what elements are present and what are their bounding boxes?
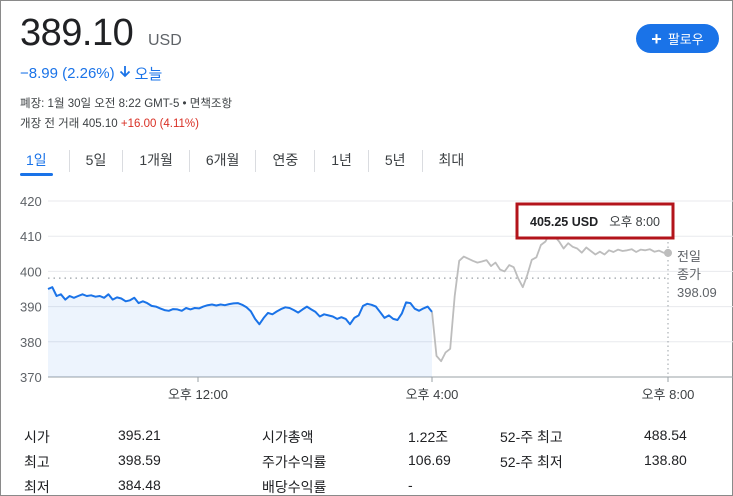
- y-tick-label: 390: [20, 300, 42, 315]
- y-tick-label: 370: [20, 370, 42, 385]
- tab-1y[interactable]: 1년: [315, 150, 368, 172]
- tab-5y[interactable]: 5년: [369, 150, 422, 172]
- tab-ytd[interactable]: 연중: [256, 150, 314, 172]
- currency-label: USD: [148, 32, 182, 49]
- current-price: 389.10: [20, 12, 134, 54]
- arrow-down-icon: [119, 65, 131, 82]
- x-tick-label: 오후 4:00: [406, 387, 459, 402]
- y-tick-label: 400: [20, 264, 42, 279]
- previous-close-value: 398.09: [677, 285, 717, 300]
- premarket-info: 개장 전 거래 405.10 +16.00 (4.11%): [20, 115, 199, 131]
- y-tick-label: 420: [20, 194, 42, 209]
- stat-pe-value: 106.69: [408, 452, 451, 468]
- previous-close-label: 종가: [677, 267, 701, 282]
- range-tabs: 1일 5일 1개월 6개월 연중 1년 5년 최대: [20, 150, 480, 176]
- hover-dot: [664, 248, 672, 257]
- price-change: −8.99 (2.26%) 오늘: [20, 63, 162, 84]
- previous-close-label: 전일: [677, 249, 701, 264]
- price-change-period: 오늘: [134, 66, 163, 83]
- plus-icon: +: [651, 28, 662, 49]
- premarket-price: 개장 전 거래 405.10: [20, 118, 118, 130]
- premarket-change: +16.00 (4.11%): [120, 118, 199, 130]
- stat-52wl-value: 138.80: [644, 452, 687, 468]
- y-tick-label: 380: [20, 335, 42, 350]
- stat-low-label: 최저: [24, 479, 50, 495]
- stat-mktcap-value: 1.22조: [408, 429, 449, 445]
- tab-5d[interactable]: 5일: [70, 150, 123, 172]
- follow-button-label: 팔로우: [667, 32, 704, 47]
- stat-open-label: 시가: [24, 429, 50, 445]
- stat-52wh-label: 52-주 최고: [500, 429, 563, 445]
- tab-max[interactable]: 최대: [423, 150, 481, 172]
- tab-1d[interactable]: 1일: [20, 150, 53, 176]
- stat-high-label: 최고: [24, 454, 50, 470]
- follow-button[interactable]: + 팔로우: [636, 24, 719, 53]
- stat-pe-label: 주가수익률: [262, 454, 327, 470]
- tab-1m[interactable]: 1개월: [123, 150, 189, 172]
- stat-div-value: -: [408, 477, 413, 493]
- stat-52wl-label: 52-주 최저: [500, 454, 563, 470]
- market-close-info: 폐장: 1월 30일 오전 8:22 GMT-5 • 면책조항: [20, 98, 233, 110]
- y-tick-label: 410: [20, 229, 42, 244]
- stat-52wh-value: 488.54: [644, 427, 687, 443]
- x-tick-label: 오후 8:00: [642, 387, 695, 402]
- regular-area: [48, 287, 432, 377]
- price-chart[interactable]: 420 410 400 390 380 370 오후 12:00 오후 4:00 오후 8:00…: [0, 185, 733, 410]
- stat-div-label: 배당수익률: [262, 479, 327, 495]
- stat-mktcap-label: 시가총액: [262, 429, 314, 445]
- tooltip-value: 405.25 USD: [530, 215, 598, 229]
- stat-high-value: 398.59: [118, 452, 161, 468]
- stat-low-value: 384.48: [118, 477, 161, 493]
- stat-open-value: 395.21: [118, 427, 161, 443]
- price-change-value: −8.99 (2.26%): [20, 65, 115, 82]
- tab-6m[interactable]: 6개월: [190, 150, 256, 172]
- tooltip-time: 오후 8:00: [609, 215, 660, 229]
- x-tick-label: 오후 12:00: [168, 387, 228, 402]
